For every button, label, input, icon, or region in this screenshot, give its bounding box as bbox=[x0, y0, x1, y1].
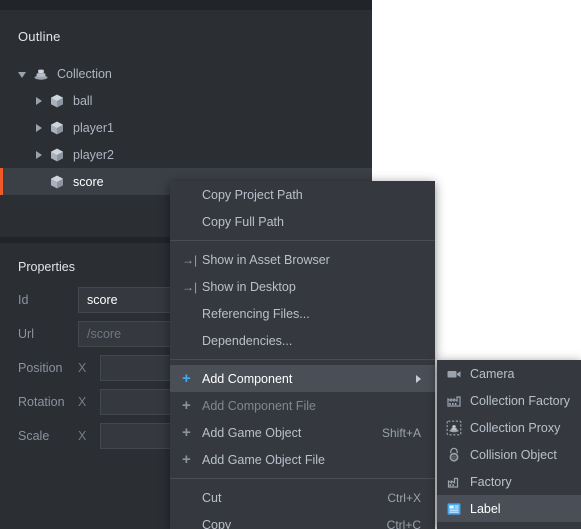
property-placeholder: /score bbox=[87, 327, 122, 341]
game-object-icon bbox=[49, 93, 65, 109]
property-value: score bbox=[87, 293, 118, 307]
selection-accent-bar bbox=[0, 168, 3, 195]
submenu-item-label: Factory bbox=[470, 474, 512, 489]
menu-item-show-in-desktop[interactable]: →| Show in Desktop bbox=[170, 273, 435, 300]
menu-item-shortcut: Shift+A bbox=[381, 425, 421, 440]
axis-label-x: X bbox=[78, 395, 87, 409]
submenu-item-label[interactable]: Label bbox=[437, 495, 581, 522]
submenu-item-collection-factory[interactable]: Collection Factory bbox=[437, 387, 581, 414]
property-label: Rotation bbox=[18, 395, 65, 409]
submenu-item-label: Camera bbox=[470, 366, 515, 381]
menu-item-copy-full-path[interactable]: Copy Full Path bbox=[170, 208, 435, 235]
outline-item-label: player1 bbox=[73, 120, 114, 135]
menu-item-add-game-object-file[interactable]: + Add Game Object File bbox=[170, 446, 435, 473]
collection-proxy-icon bbox=[446, 420, 462, 436]
menu-separator bbox=[170, 359, 435, 360]
menu-item-copy-project-path[interactable]: Copy Project Path bbox=[170, 181, 435, 208]
submenu-item-camera[interactable]: Camera bbox=[437, 360, 581, 387]
outline-item-collection[interactable]: Collection bbox=[0, 60, 372, 87]
menu-item-add-game-object[interactable]: + Add Game Object Shift+A bbox=[170, 419, 435, 446]
outline-item-label: ball bbox=[73, 93, 93, 108]
menu-item-label: Show in Asset Browser bbox=[202, 252, 330, 267]
plus-icon-grey: + bbox=[182, 451, 191, 468]
collection-factory-icon bbox=[446, 393, 462, 409]
menu-item-shortcut: Ctrl+C bbox=[386, 517, 421, 529]
menu-separator bbox=[170, 478, 435, 479]
plus-icon-grey: + bbox=[182, 397, 191, 414]
disclosure-triangle-closed-icon[interactable] bbox=[36, 96, 42, 105]
submenu-item-factory[interactable]: Factory bbox=[437, 468, 581, 495]
add-component-submenu[interactable]: Camera Collection Factory Collection Proxy… bbox=[437, 360, 581, 529]
outline-tree[interactable]: Collection ball player1 player2 score bbox=[0, 60, 372, 195]
collection-icon bbox=[33, 66, 49, 82]
screenshot-root: Outline Collection ball player1 player2 scor… bbox=[0, 0, 581, 529]
disclosure-triangle-open-icon[interactable] bbox=[18, 71, 26, 78]
menu-item-label: Copy Full Path bbox=[202, 214, 284, 229]
outline-item-player2[interactable]: player2 bbox=[0, 141, 372, 168]
plus-icon-blue: + bbox=[182, 370, 191, 387]
menu-separator bbox=[170, 240, 435, 241]
game-object-icon bbox=[49, 120, 65, 136]
menu-item-add-component[interactable]: + Add Component bbox=[170, 365, 435, 392]
menu-item-label: Referencing Files... bbox=[202, 306, 310, 321]
label-icon bbox=[446, 501, 462, 517]
submenu-item-collection-proxy[interactable]: Collection Proxy bbox=[437, 414, 581, 441]
submenu-item-collision-object[interactable]: Collision Object bbox=[437, 441, 581, 468]
axis-label-x: X bbox=[78, 361, 87, 375]
outline-panel-title: Outline bbox=[18, 29, 61, 44]
menu-item-copy[interactable]: Copy Ctrl+C bbox=[170, 511, 435, 529]
submenu-item-label: Collision Object bbox=[470, 447, 557, 462]
disclosure-triangle-closed-icon[interactable] bbox=[36, 150, 42, 159]
outline-item-label: player2 bbox=[73, 147, 114, 162]
menu-item-label: Add Component File bbox=[202, 398, 316, 413]
outline-item-label: score bbox=[73, 174, 104, 189]
menu-item-label: Add Game Object File bbox=[202, 452, 325, 467]
menu-item-dependencies[interactable]: Dependencies... bbox=[170, 327, 435, 354]
properties-panel-title: Properties bbox=[18, 260, 75, 274]
menu-item-show-in-asset-browser[interactable]: →| Show in Asset Browser bbox=[170, 246, 435, 273]
menu-item-label: Copy Project Path bbox=[202, 187, 303, 202]
submenu-item-label: Collection Proxy bbox=[470, 420, 561, 435]
menu-item-add-component-file[interactable]: + Add Component File bbox=[170, 392, 435, 419]
plus-icon-grey: + bbox=[182, 424, 191, 441]
property-label: Url bbox=[18, 327, 34, 341]
context-menu[interactable]: Copy Project Path Copy Full Path →| Show in… bbox=[170, 181, 435, 529]
menu-item-referencing-files[interactable]: Referencing Files... bbox=[170, 300, 435, 327]
menu-item-label: Cut bbox=[202, 490, 222, 505]
property-label: Position bbox=[18, 361, 63, 375]
factory-icon bbox=[446, 474, 462, 490]
outline-item-label: Collection bbox=[57, 66, 112, 81]
submenu-item-label: Collection Factory bbox=[470, 393, 571, 408]
property-label: Scale bbox=[18, 429, 50, 443]
game-object-icon bbox=[49, 147, 65, 163]
menu-item-label: Add Game Object bbox=[202, 425, 302, 440]
menu-item-shortcut: Ctrl+X bbox=[387, 490, 421, 505]
disclosure-triangle-closed-icon[interactable] bbox=[36, 123, 42, 132]
outline-item-player1[interactable]: player1 bbox=[0, 114, 372, 141]
camera-icon bbox=[446, 366, 462, 382]
menu-item-cut[interactable]: Cut Ctrl+X bbox=[170, 484, 435, 511]
outline-item-ball[interactable]: ball bbox=[0, 87, 372, 114]
collision-object-icon bbox=[446, 447, 462, 463]
submenu-arrow-icon bbox=[416, 374, 421, 383]
menu-item-label: Show in Desktop bbox=[202, 279, 296, 294]
submenu-item-label: Label bbox=[470, 501, 501, 516]
window-top-strip bbox=[0, 0, 372, 10]
menu-item-label: Copy bbox=[202, 517, 232, 529]
axis-label-x: X bbox=[78, 429, 87, 443]
menu-item-label: Dependencies... bbox=[202, 333, 293, 348]
show-in-icon: →| bbox=[182, 279, 198, 294]
show-in-icon: →| bbox=[182, 252, 198, 267]
property-label: Id bbox=[18, 293, 29, 307]
menu-item-label: Add Component bbox=[202, 371, 293, 386]
game-object-icon bbox=[49, 174, 65, 190]
